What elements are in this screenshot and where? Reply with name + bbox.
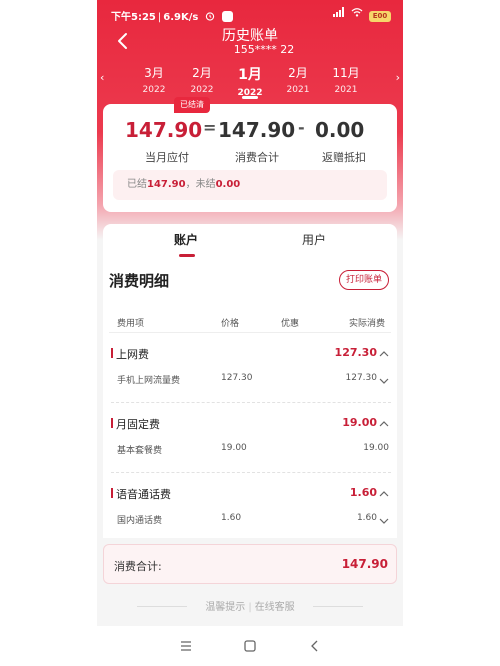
- tips-link[interactable]: 温馨提示: [205, 602, 245, 613]
- item-name: 国内通话费: [117, 516, 163, 526]
- settled-badge: 已结清: [174, 97, 210, 113]
- category-amount: 19.00: [342, 416, 377, 429]
- fee-item-row[interactable]: 手机上网流量费 127.30 127.30: [103, 370, 397, 390]
- battery-icon: E00: [369, 11, 391, 22]
- home-icon[interactable]: [242, 638, 258, 654]
- header-divider: [109, 332, 391, 333]
- month-selector: ‹ 3月 2022 2月 2022 1月 2022 2月 2021 11月 20…: [97, 60, 403, 100]
- status-speed: 6.9K/s: [163, 12, 199, 23]
- month-item[interactable]: 2月 2022: [182, 64, 222, 95]
- month-active-indicator: [242, 96, 258, 99]
- tab-active-indicator: [179, 254, 195, 257]
- category-divider: [111, 402, 391, 403]
- column-header: 实际消费: [349, 319, 386, 329]
- category-divider: [111, 472, 391, 473]
- month-item[interactable]: 3月 2022: [134, 64, 174, 95]
- due-amount: 147.90: [125, 118, 203, 142]
- page-title: 历史账单: [222, 28, 278, 44]
- wifi-icon: [348, 8, 366, 19]
- category-marker: [111, 418, 113, 428]
- back-icon[interactable]: [307, 638, 323, 654]
- category-marker: [111, 348, 113, 358]
- equals-sign: =: [203, 118, 217, 137]
- total-amount: 147.90: [218, 118, 296, 142]
- detail-title: 消费明细: [109, 272, 170, 290]
- chevron-up-icon[interactable]: [379, 350, 389, 358]
- status-bar: 下午5:25 | 6.9K/s E00: [97, 0, 403, 28]
- due-label: 当月应付: [145, 151, 189, 164]
- month-item-active[interactable]: 1月 2022: [230, 64, 270, 98]
- signal-icon: [332, 7, 348, 19]
- footer-links: 温馨提示 | 在线客服: [97, 598, 403, 616]
- minus-sign: -: [298, 118, 305, 137]
- column-header: 费用项: [117, 319, 145, 329]
- settled-value: 147.90: [147, 179, 186, 190]
- item-name: 手机上网流量费: [117, 376, 181, 386]
- fee-category: 语音通话费 1.60 国内通话费 1.60 1.60: [103, 474, 397, 544]
- item-price: 19.00: [221, 443, 247, 453]
- fee-item-row[interactable]: 国内通话费 1.60 1.60: [103, 510, 397, 530]
- phone-screen: 下午5:25 | 6.9K/s E00 历史账单 155**** 22 ‹ 3月 2…: [97, 0, 403, 666]
- item-name: 基本套餐费: [117, 446, 163, 456]
- fee-item-row: 基本套餐费 19.00 19.00: [103, 440, 397, 460]
- fee-category: 月固定费 19.00 基本套餐费 19.00 19.00: [103, 404, 397, 474]
- chevron-down-icon[interactable]: [379, 517, 389, 525]
- rebate-label: 返赠抵扣: [322, 151, 366, 164]
- total-label: 消费合计: [235, 151, 279, 164]
- column-header: 价格: [221, 319, 240, 329]
- fee-category: 上网费 127.30 手机上网流量费 127.30 127.30: [103, 334, 397, 404]
- category-name: 上网费: [116, 348, 149, 361]
- item-amount: 1.60: [356, 513, 377, 523]
- tab-bar: 账户 用户: [103, 224, 397, 264]
- status-right: E00: [332, 7, 391, 22]
- consumption-detail: 消费明细 打印账单 费用项 价格 优惠 实际消费 上网费 127.30 手机上网…: [103, 262, 397, 538]
- alarm-icon: [202, 12, 218, 23]
- month-item[interactable]: 11月 2021: [326, 64, 366, 95]
- month-item[interactable]: 2月 2021: [278, 64, 318, 95]
- print-bill-button[interactable]: 打印账单: [339, 270, 389, 290]
- chevron-right-icon[interactable]: ›: [396, 71, 400, 84]
- category-amount: 127.30: [334, 346, 377, 359]
- category-row[interactable]: 语音通话费 1.60: [103, 484, 397, 504]
- menu-icon[interactable]: [178, 638, 194, 654]
- chevron-left-icon[interactable]: ‹: [100, 71, 104, 84]
- unsettled-value: 0.00: [215, 179, 241, 190]
- system-nav-bar: [97, 626, 403, 666]
- online-service-link[interactable]: 在线客服: [255, 602, 295, 613]
- tab-user[interactable]: 用户: [284, 231, 344, 248]
- footer-divider: [137, 606, 187, 607]
- status-left: 下午5:25 | 6.9K/s: [111, 8, 234, 23]
- total-label: 消费合计:: [114, 560, 162, 573]
- chevron-up-icon[interactable]: [379, 420, 389, 428]
- item-price: 1.60: [221, 513, 242, 523]
- category-row[interactable]: 月固定费 19.00: [103, 414, 397, 434]
- phone-number: 155**** 22: [233, 43, 295, 56]
- settlement-status: 已结147.90，未结0.00: [113, 170, 387, 200]
- item-amount: 19.00: [363, 443, 389, 453]
- app-notification-icon: [222, 11, 234, 22]
- bill-summary-card: 已结清 147.90 = 147.90 - 0.00 当月应付 消费合计 返赠抵…: [103, 97, 397, 212]
- category-amount: 1.60: [349, 486, 377, 499]
- category-marker: [111, 488, 113, 498]
- item-amount: 127.30: [345, 373, 378, 383]
- chevron-down-icon[interactable]: [379, 377, 389, 385]
- item-price: 127.30: [221, 373, 253, 383]
- tab-account[interactable]: 账户: [156, 231, 216, 248]
- category-name: 月固定费: [116, 418, 160, 431]
- chevron-up-icon[interactable]: [379, 490, 389, 498]
- consumption-total: 消费合计: 147.90: [103, 544, 397, 584]
- rebate-amount: 0.00: [315, 118, 365, 142]
- column-header: 优惠: [281, 319, 300, 329]
- status-time: 下午5:25: [111, 12, 156, 23]
- footer-divider: [313, 606, 363, 607]
- category-name: 语音通话费: [116, 488, 171, 501]
- total-value: 147.90: [341, 557, 388, 571]
- category-row[interactable]: 上网费 127.30: [103, 344, 397, 364]
